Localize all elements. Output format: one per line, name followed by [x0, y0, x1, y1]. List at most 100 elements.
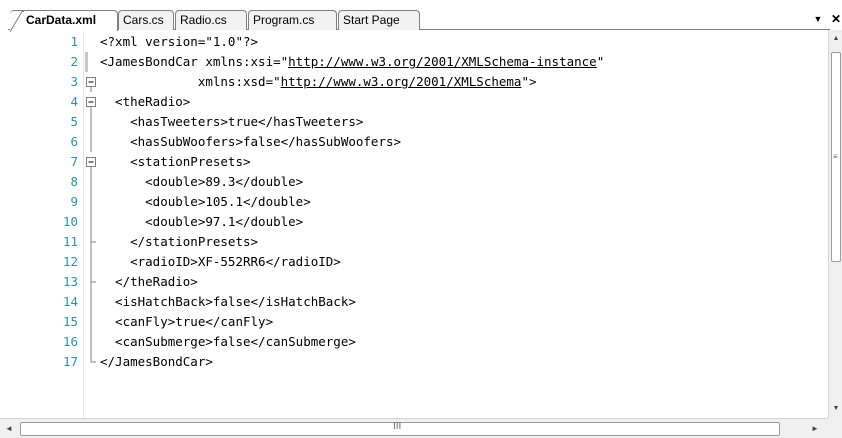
tab-label: Start Page: [343, 13, 400, 27]
scroll-left-icon[interactable]: ◄: [2, 422, 16, 436]
code-text: </stationPresets>: [100, 232, 258, 252]
line-number: 4: [70, 94, 78, 109]
code-segment: <double>97.1</double>: [100, 214, 304, 229]
scrollbar-corner: [828, 418, 842, 438]
fold-guide-line: [90, 252, 92, 272]
change-marker: [85, 52, 88, 72]
grip-icon: III: [393, 421, 402, 432]
code-segment: <canSubmerge>false</canSubmerge>: [100, 334, 356, 349]
code-line: 1 <?xml version="1.0"?>: [0, 32, 828, 52]
code-line: 8 <double>89.3</double>: [0, 172, 828, 192]
fold-guide-line: [90, 312, 92, 332]
code-line: 4 <theRadio>: [0, 92, 828, 112]
line-number: 6: [70, 134, 78, 149]
fold-end-marker: [90, 272, 96, 292]
code-segment: <theRadio>: [100, 94, 191, 109]
code-text: </theRadio>: [100, 272, 198, 292]
fold-end-marker: [90, 232, 96, 252]
code-line: 5 <hasTweeters>true</hasTweeters>: [0, 112, 828, 132]
grip-icon: ≡: [833, 152, 838, 161]
tab-radio-cs[interactable]: Radio.cs: [175, 10, 247, 30]
code-line: 11 </stationPresets>: [0, 232, 828, 252]
code-line: 2 <JamesBondCar xmlns:xsi="http://www.w3.…: [0, 52, 828, 72]
scroll-up-icon[interactable]: ▲: [829, 32, 842, 46]
line-number: 11: [62, 234, 78, 249]
tab-label: CarData.xml: [26, 13, 97, 27]
code-segment: </stationPresets>: [100, 234, 259, 249]
code-segment: <JamesBondCar xmlns:xsi=": [100, 54, 289, 69]
code-segment: <hasTweeters>true</hasTweeters>: [100, 114, 364, 129]
line-number: 16: [62, 334, 78, 349]
fold-end-marker: [90, 352, 96, 363]
collapse-icon[interactable]: [84, 152, 98, 172]
code-segment: <double>89.3</double>: [100, 174, 304, 189]
code-text: <hasTweeters>true</hasTweeters>: [100, 112, 363, 132]
fold-margin-empty: [84, 32, 98, 52]
code-line: 15 <canFly>true</canFly>: [0, 312, 828, 332]
line-number: 17: [62, 354, 78, 369]
tab-label: Program.cs: [253, 13, 315, 27]
code-segment: <?xml version="1.0"?>: [100, 34, 259, 49]
code-line: 3 xmlns:xsd="http://www.w3.org/2001/XMLS…: [0, 72, 828, 92]
line-number: 5: [70, 114, 78, 129]
code-line: 14 <isHatchBack>false</isHatchBack>: [0, 292, 828, 312]
code-line: 13 </theRadio>: [0, 272, 828, 292]
tab-start-page[interactable]: Start Page: [338, 10, 420, 30]
line-number: 7: [70, 154, 78, 169]
code-text: <stationPresets>: [100, 152, 251, 172]
code-text: </JamesBondCar>: [100, 352, 213, 372]
scroll-right-icon[interactable]: ►: [808, 422, 822, 436]
code-text: <?xml version="1.0"?>: [100, 32, 258, 52]
code-text: xmlns:xsd="http://www.w3.org/2001/XMLSch…: [100, 72, 537, 92]
tab-label: Cars.cs: [123, 13, 164, 27]
line-number: 15: [62, 314, 78, 329]
schema-url-link[interactable]: http://www.w3.org/2001/XMLSchema-instanc…: [288, 54, 597, 69]
code-line: 6 <hasSubWoofers>false</hasSubWoofers>: [0, 132, 828, 152]
tab-label: Radio.cs: [180, 13, 227, 27]
line-number: 2: [70, 54, 78, 69]
close-document-icon[interactable]: ✕: [830, 12, 842, 26]
code-segment: <canFly>true</canFly>: [100, 314, 274, 329]
code-line: 17 </JamesBondCar>: [0, 352, 828, 372]
line-number: 13: [62, 274, 78, 289]
code-segment: </theRadio>: [100, 274, 198, 289]
code-line: 16 <canSubmerge>false</canSubmerge>: [0, 332, 828, 352]
code-segment: <radioID>XF-552RR6</radioID>: [100, 254, 341, 269]
fold-guide-line: [90, 292, 92, 312]
code-text: <isHatchBack>false</isHatchBack>: [100, 292, 356, 312]
code-text: <hasSubWoofers>false</hasSubWoofers>: [100, 132, 401, 152]
code-text: <radioID>XF-552RR6</radioID>: [100, 252, 341, 272]
fold-guide-line: [90, 172, 92, 192]
line-number: 9: [70, 194, 78, 209]
scroll-down-icon[interactable]: ▼: [829, 402, 842, 416]
code-text: <JamesBondCar xmlns:xsi="http://www.w3.o…: [100, 52, 604, 72]
code-segment: xmlns:xsd=": [100, 74, 281, 89]
line-number: 12: [62, 254, 78, 269]
code-text: <canSubmerge>false</canSubmerge>: [100, 332, 356, 352]
line-number: 10: [62, 214, 78, 229]
active-files-dropdown-icon[interactable]: ▼: [812, 12, 824, 26]
vertical-scrollbar[interactable]: ▲ ≡ ▼: [828, 30, 842, 418]
code-segment: <hasSubWoofers>false</hasSubWoofers>: [100, 134, 402, 149]
document-tab-strip: CarData.xml Cars.cs Radio.cs Program.cs …: [0, 0, 842, 32]
tab-program-cs[interactable]: Program.cs: [248, 10, 337, 30]
fold-guide-line: [90, 212, 92, 232]
xml-code-editor[interactable]: 1 <?xml version="1.0"?> 2 <JamesBondCar xml…: [0, 30, 828, 418]
horizontal-scroll-thumb[interactable]: III: [20, 421, 780, 436]
code-segment: </JamesBondCar>: [100, 354, 213, 369]
code-segment: <stationPresets>: [100, 154, 251, 169]
vertical-scroll-thumb[interactable]: ≡: [831, 52, 841, 262]
tab-cardata-xml[interactable]: CarData.xml: [10, 10, 118, 32]
code-segment: <isHatchBack>false</isHatchBack>: [100, 294, 356, 309]
line-number: 1: [70, 34, 78, 49]
active-tab-slant: [10, 11, 24, 32]
tab-cars-cs[interactable]: Cars.cs: [118, 10, 174, 30]
code-text: <double>89.3</double>: [100, 172, 303, 192]
horizontal-scrollbar[interactable]: ◄ III ►: [0, 418, 828, 438]
collapse-icon[interactable]: [84, 92, 98, 112]
code-line: 9 <double>105.1</double>: [0, 192, 828, 212]
collapse-icon[interactable]: [84, 72, 98, 92]
code-line: 12 <radioID>XF-552RR6</radioID>: [0, 252, 828, 272]
line-number: 14: [62, 294, 78, 309]
schema-url-link[interactable]: http://www.w3.org/2001/XMLSchema: [281, 74, 522, 89]
